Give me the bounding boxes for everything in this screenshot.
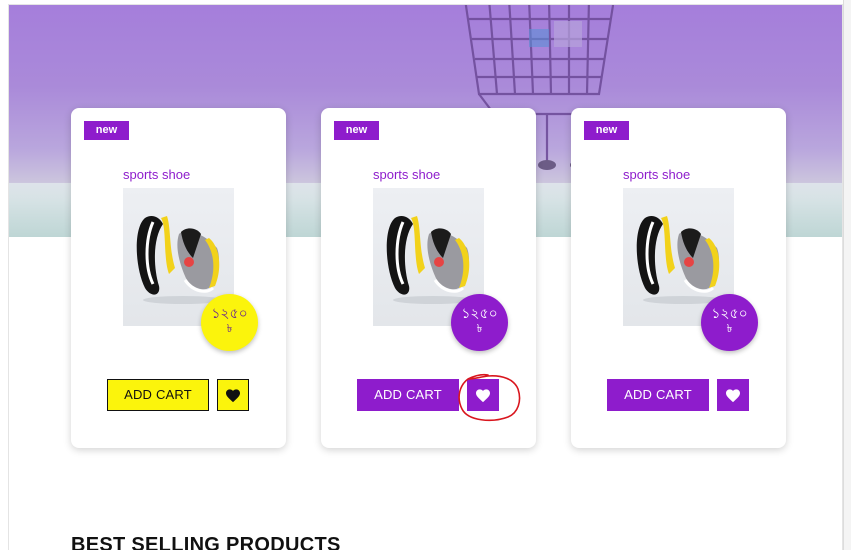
price-badge: ১২৫০ ৳ <box>201 294 258 351</box>
add-cart-button[interactable]: ADD CART <box>607 379 709 411</box>
product-card: new sports shoe ১২৫০ ৳ ADD CART <box>71 108 286 448</box>
heart-icon <box>226 388 240 402</box>
product-title[interactable]: sports shoe <box>373 167 440 182</box>
heart-icon <box>726 388 740 402</box>
new-badge: new <box>584 121 629 140</box>
product-card: new sports shoe ১২৫০ ৳ ADD CART <box>571 108 786 448</box>
add-cart-button[interactable]: ADD CART <box>357 379 459 411</box>
price-amount: ১২৫০ <box>211 305 248 321</box>
new-badge: new <box>84 121 129 140</box>
browser-scrollbar[interactable] <box>843 0 851 550</box>
price-badge: ১২৫০ ৳ <box>701 294 758 351</box>
price-badge: ১২৫০ ৳ <box>451 294 508 351</box>
annotation-circle <box>458 373 521 422</box>
wishlist-button[interactable] <box>217 379 249 411</box>
add-cart-button[interactable]: ADD CART <box>107 379 209 411</box>
new-badge: new <box>334 121 379 140</box>
best-selling-title: BEST SELLING PRODUCTS <box>71 534 341 550</box>
product-title[interactable]: sports shoe <box>623 167 690 182</box>
price-amount: ১২৫০ <box>711 305 748 321</box>
price-currency: ৳ <box>226 323 233 335</box>
price-currency: ৳ <box>726 323 733 335</box>
wishlist-button[interactable] <box>717 379 749 411</box>
price-amount: ১২৫০ <box>461 305 498 321</box>
price-currency: ৳ <box>476 323 483 335</box>
product-title[interactable]: sports shoe <box>123 167 190 182</box>
